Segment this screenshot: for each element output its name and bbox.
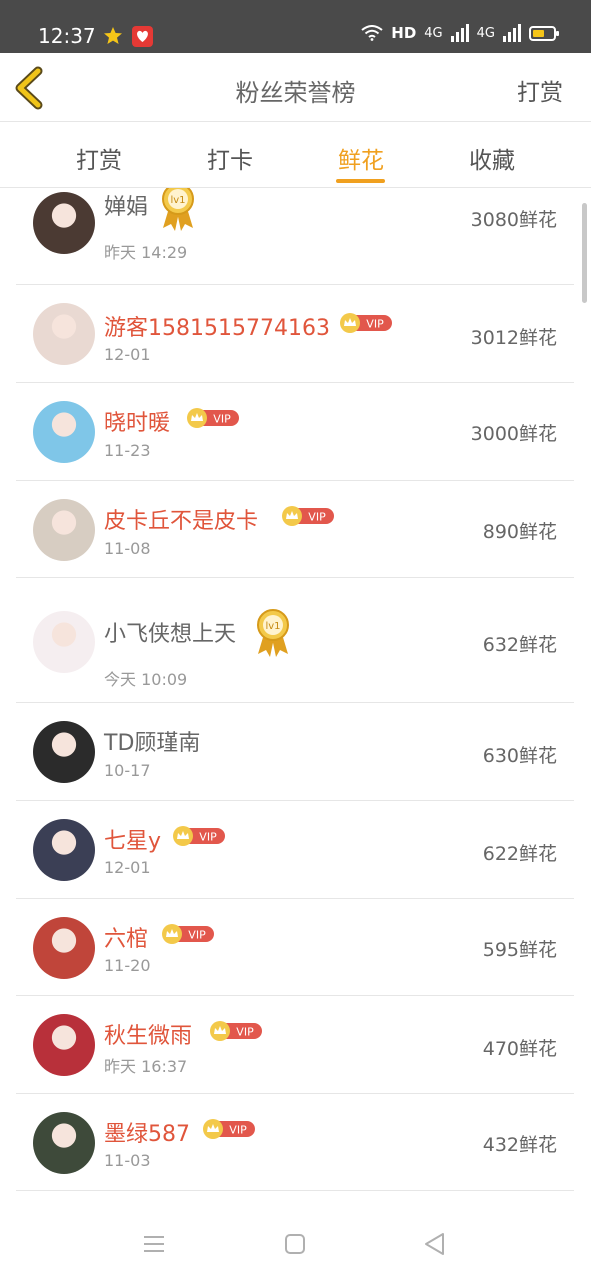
user-name: 晓时暖 <box>104 411 171 436</box>
vip-badge: VIP <box>162 924 214 944</box>
level-medal-icon: lv1 <box>162 188 194 231</box>
star-icon <box>104 27 122 44</box>
flower-count: 622鲜花 <box>482 843 557 865</box>
flower-count: 3080鲜花 <box>470 209 557 231</box>
vip-label: VIP <box>236 1026 254 1039</box>
flower-count: 3012鲜花 <box>470 327 557 349</box>
avatar <box>33 401 95 463</box>
app-notification-icon <box>132 26 153 47</box>
status-indicators: HD 4G 4G <box>361 24 559 42</box>
list-scrollbar[interactable] <box>582 203 587 303</box>
system-navigation-bar <box>0 1206 591 1280</box>
list-item[interactable]: 秋生微雨 VIP 昨天 16:37 470鲜花 <box>16 996 574 1094</box>
level-medal-icon: lv1 <box>257 609 289 657</box>
timestamp: 10-17 <box>104 761 151 780</box>
user-name: 六棺 <box>104 927 149 952</box>
active-tab-indicator <box>336 179 385 183</box>
user-name: 婵娟 <box>104 195 149 220</box>
vip-badge: VIP <box>210 1021 262 1041</box>
avatar <box>33 1112 95 1174</box>
avatar <box>33 499 95 561</box>
home-icon[interactable] <box>281 1230 309 1258</box>
list-item[interactable]: 六棺 VIP 11-20 595鲜花 <box>16 899 574 996</box>
avatar <box>33 192 95 254</box>
back-nav-icon[interactable] <box>421 1230 449 1258</box>
tab-reward[interactable]: 打赏 <box>44 141 154 175</box>
vip-label: VIP <box>188 929 206 942</box>
user-name: TD顾瑾南 <box>104 731 201 756</box>
battery-icon <box>529 25 559 41</box>
tab-flowers[interactable]: 鲜花 <box>306 141 416 175</box>
user-name: 墨绿587 <box>104 1122 190 1147</box>
list-item[interactable]: TD顾瑾南 10-17 630鲜花 <box>16 703 574 801</box>
app-header: 粉丝荣誉榜 打赏 <box>0 53 591 122</box>
avatar <box>33 303 95 365</box>
level-label: lv1 <box>265 621 280 632</box>
user-name: 秋生微雨 <box>104 1024 193 1049</box>
vip-badge: VIP <box>203 1119 255 1139</box>
user-name: 游客1581515774163 <box>104 316 330 341</box>
timestamp: 昨天 14:29 <box>104 243 188 262</box>
user-name: 七星y <box>104 829 162 854</box>
flower-count: 630鲜花 <box>482 745 557 767</box>
fan-ranking-list: 婵娟 lv1 昨天 14:29 3080鲜花 游客1581515774163 V… <box>0 188 591 1206</box>
timestamp: 昨天 16:37 <box>104 1057 188 1076</box>
timestamp: 11-03 <box>104 1151 151 1170</box>
timestamp: 11-23 <box>104 441 151 460</box>
timestamp: 12-01 <box>104 858 151 877</box>
flower-count: 632鲜花 <box>482 634 557 656</box>
reward-button[interactable]: 打赏 <box>517 73 563 107</box>
vip-label: VIP <box>199 831 217 844</box>
flower-count: 595鲜花 <box>482 939 557 961</box>
timestamp: 今天 10:09 <box>104 670 188 689</box>
avatar <box>33 1014 95 1076</box>
signal-label-1: 4G <box>424 25 443 41</box>
status-bar: 12:37 HD 4G 4G <box>0 0 591 53</box>
list-item[interactable]: 婵娟 lv1 昨天 14:29 3080鲜花 <box>16 188 574 285</box>
menu-icon[interactable] <box>140 1230 168 1258</box>
signal-bars-icon <box>503 24 521 42</box>
list-item[interactable]: 游客1581515774163 VIP 12-01 3012鲜花 <box>16 285 574 383</box>
page-title: 粉丝荣誉榜 <box>235 79 356 107</box>
user-name: 皮卡丘不是皮卡 <box>104 509 259 534</box>
avatar <box>33 917 95 979</box>
timestamp: 11-20 <box>104 956 151 975</box>
hd-indicator: HD <box>391 24 417 42</box>
flower-count: 432鲜花 <box>482 1134 557 1156</box>
wifi-icon <box>361 25 383 41</box>
vip-badge: VIP <box>187 408 239 428</box>
list-item[interactable]: 七星y VIP 12-01 622鲜花 <box>16 801 574 899</box>
avatar <box>33 819 95 881</box>
vip-label: VIP <box>308 511 326 524</box>
flower-count: 890鲜花 <box>482 521 557 543</box>
avatar <box>33 611 95 673</box>
list-item[interactable]: 晓时暖 VIP 11-23 3000鲜花 <box>16 383 574 481</box>
list-item[interactable]: 墨绿587 VIP 11-03 432鲜花 <box>16 1094 574 1191</box>
tab-checkin[interactable]: 打卡 <box>175 141 285 175</box>
signal-bars-icon <box>450 24 469 42</box>
avatar <box>33 721 95 783</box>
tab-bar: 打赏 打卡 鲜花 收藏 <box>0 123 591 188</box>
vip-label: VIP <box>366 318 384 331</box>
signal-label-2: 4G <box>476 25 495 41</box>
list-item[interactable]: 皮卡丘不是皮卡 VIP 11-08 890鲜花 <box>16 481 574 578</box>
vip-badge: VIP <box>173 826 225 846</box>
level-label: lv1 <box>170 195 185 206</box>
flower-count: 3000鲜花 <box>470 423 557 445</box>
timestamp: 11-08 <box>104 539 151 558</box>
status-time: 12:37 <box>38 24 96 48</box>
flower-count: 470鲜花 <box>482 1038 557 1060</box>
vip-label: VIP <box>229 1124 247 1137</box>
timestamp: 12-01 <box>104 345 151 364</box>
vip-badge: VIP <box>282 506 334 526</box>
vip-label: VIP <box>213 413 231 426</box>
list-item[interactable]: 小飞侠想上天 lv1 今天 10:09 632鲜花 <box>16 578 574 703</box>
tab-favorites[interactable]: 收藏 <box>437 141 547 175</box>
user-name: 小飞侠想上天 <box>104 622 237 647</box>
vip-badge: VIP <box>340 313 392 333</box>
